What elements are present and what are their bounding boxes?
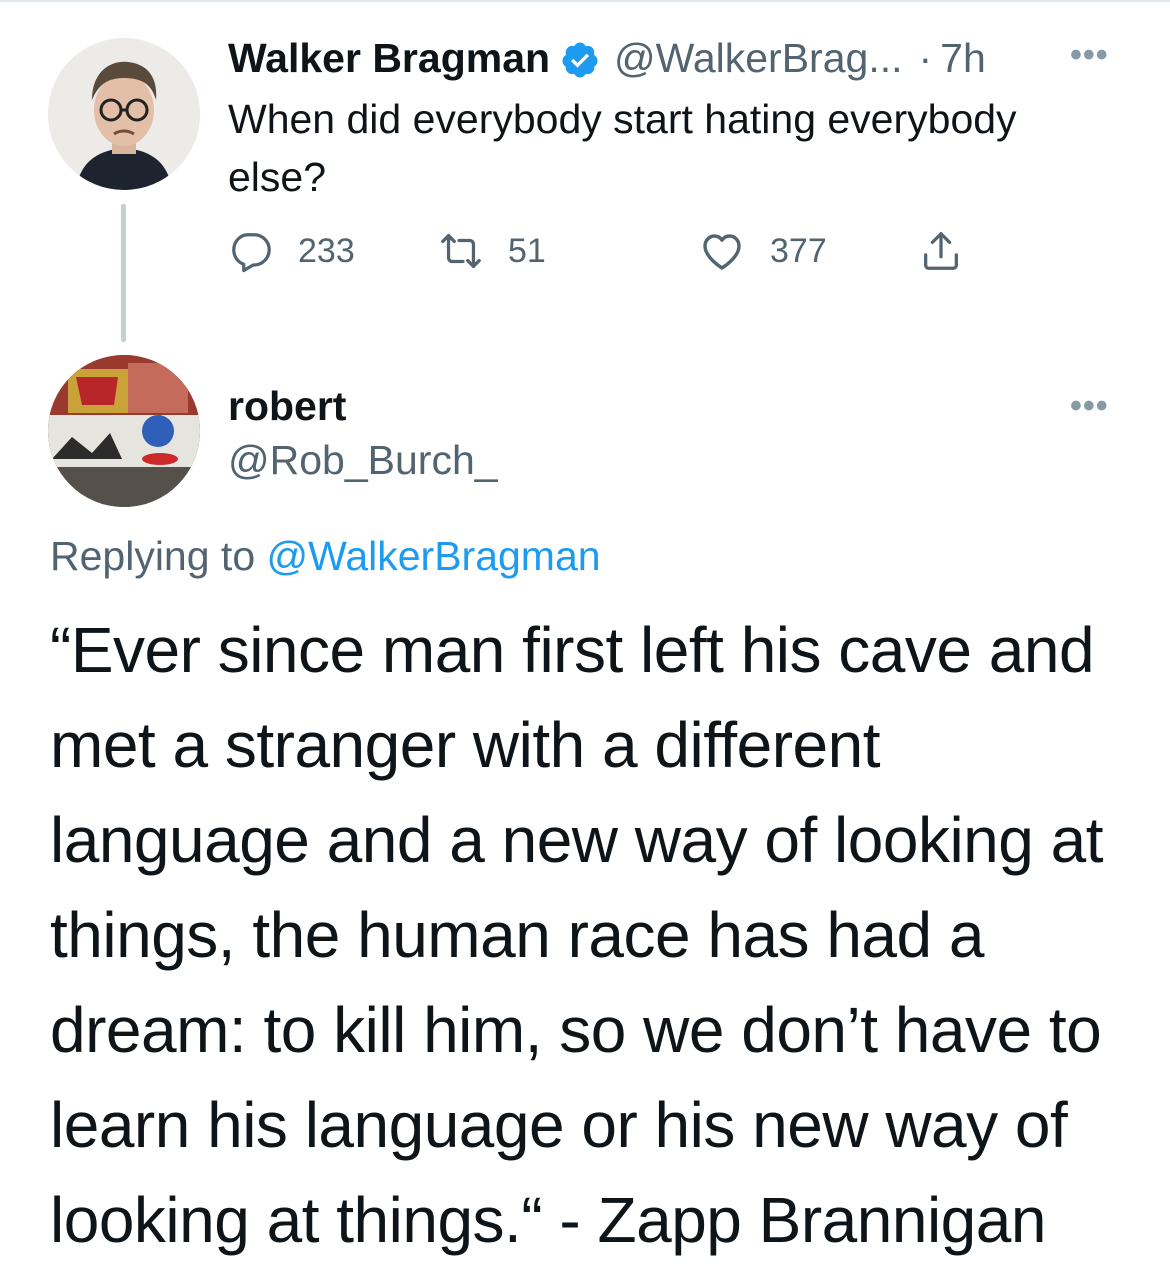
timestamp[interactable]: 7h <box>940 30 986 86</box>
reply-button[interactable]: 233 <box>228 224 355 278</box>
like-count: 377 <box>770 231 827 270</box>
tweet-actions-bar: 233 51 377 <box>228 224 1028 278</box>
separator-dot: · <box>918 35 933 81</box>
parent-tweet-text: When did everybody start hating everybod… <box>228 96 1017 200</box>
reply-handle[interactable]: @Rob_Burch_ <box>228 432 498 488</box>
top-divider <box>0 0 1170 2</box>
reply-count: 233 <box>298 231 355 270</box>
more-options-icon[interactable]: ••• <box>1070 38 1109 72</box>
display-name[interactable]: Walker Bragman <box>228 30 550 86</box>
reply-tweet-text: “Ever since man first left his cave and … <box>50 614 1104 1256</box>
replying-to-mention[interactable]: @WalkerBragman <box>267 533 601 579</box>
reply-icon <box>228 228 274 274</box>
replying-prefix: Replying to <box>50 533 256 579</box>
heart-icon <box>698 227 746 275</box>
share-button[interactable] <box>918 224 964 278</box>
retweet-button[interactable]: 51 <box>438 224 546 278</box>
thread-connector-line <box>121 204 126 342</box>
more-options-icon[interactable]: ••• <box>1070 389 1109 423</box>
share-icon <box>918 228 964 274</box>
replying-to-line: Replying to @WalkerBragman <box>50 528 601 584</box>
like-button[interactable]: 377 <box>698 224 827 278</box>
avatar-walker-bragman[interactable] <box>48 38 200 190</box>
retweet-icon <box>438 228 484 274</box>
retweet-count: 51 <box>508 231 546 270</box>
verified-badge-icon <box>560 38 600 78</box>
reply-display-name[interactable]: robert <box>228 378 346 434</box>
handle[interactable]: @WalkerBrag... <box>614 30 902 86</box>
parent-tweet-header: Walker Bragman @WalkerBrag... · 7h <box>228 30 986 86</box>
avatar-robert[interactable] <box>48 355 200 507</box>
